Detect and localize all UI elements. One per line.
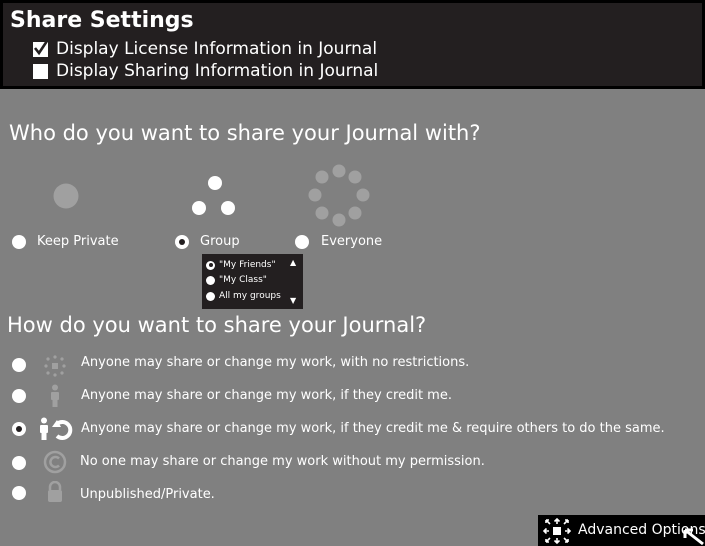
group-list-radio[interactable] [206, 275, 215, 285]
keep-private-radio[interactable] [12, 235, 26, 249]
group-list: "My Friends" "My Class" All my groups ▲ … [202, 254, 303, 309]
license-radio-sharealike[interactable] [12, 422, 26, 436]
expand-arrows-icon [542, 517, 572, 545]
scroll-down-arrow-icon[interactable]: ▼ [290, 296, 296, 305]
license-info-checkbox[interactable] [33, 39, 49, 57]
license-info-label: Display License Information in Journal [56, 39, 378, 59]
license-radio-copyright[interactable] [12, 456, 26, 470]
group-radio[interactable] [175, 235, 189, 249]
license-radio-private[interactable] [12, 486, 26, 500]
lock-icon [48, 481, 62, 502]
page-title: Share Settings [10, 8, 194, 33]
attribution-sharealike-icon [40, 417, 73, 440]
license-label-copyright[interactable]: No one may share or change my work witho… [80, 454, 485, 469]
group-list-radio[interactable] [206, 260, 215, 270]
group-list-label: "My Class" [219, 275, 267, 285]
public-domain-icon [44, 355, 66, 377]
license-label-private[interactable]: Unpublished/Private. [80, 487, 215, 502]
everyone-ring-icon [308, 164, 370, 227]
sharing-info-checkbox[interactable] [33, 63, 48, 79]
group-list-radio[interactable] [206, 291, 215, 301]
license-label-sharealike[interactable]: Anyone may share or change my work, if t… [81, 421, 665, 436]
sharing-info-checkbox-row[interactable]: Display Sharing Information in Journal [33, 61, 378, 81]
group-list-item-my-friends[interactable]: "My Friends" [206, 260, 276, 270]
keep-private-label[interactable]: Keep Private [37, 234, 119, 249]
group-list-item-all-groups[interactable]: All my groups [206, 291, 281, 301]
scroll-up-arrow-icon[interactable]: ▲ [290, 258, 296, 267]
group-list-item-my-class[interactable]: "My Class" [206, 275, 267, 285]
copyright-icon [43, 450, 67, 474]
checkmark-icon [33, 39, 49, 55]
everyone-label[interactable]: Everyone [321, 234, 382, 249]
advanced-options-button[interactable]: Advanced Options [538, 515, 705, 546]
group-list-label: All my groups [219, 291, 281, 301]
group-label[interactable]: Group [200, 234, 240, 249]
resize-corner-icon[interactable] [683, 528, 705, 546]
attribution-icon [51, 384, 59, 407]
license-label-no-restrictions[interactable]: Anyone may share or change my work, with… [81, 355, 469, 370]
license-label-attribution[interactable]: Anyone may share or change my work, if t… [81, 388, 452, 403]
share-with-question: Who do you want to share your Journal wi… [9, 121, 481, 145]
everyone-radio[interactable] [295, 235, 309, 249]
license-radio-no-restrictions[interactable] [12, 358, 26, 372]
sharing-info-label: Display Sharing Information in Journal [56, 61, 379, 81]
license-radio-attribution[interactable] [12, 389, 26, 403]
license-info-checkbox-row[interactable]: Display License Information in Journal [33, 39, 377, 59]
license-question: How do you want to share your Journal? [7, 313, 427, 337]
single-circle-icon [53, 183, 79, 209]
group-circles-icon [192, 176, 235, 215]
group-list-label: "My Friends" [219, 260, 276, 270]
